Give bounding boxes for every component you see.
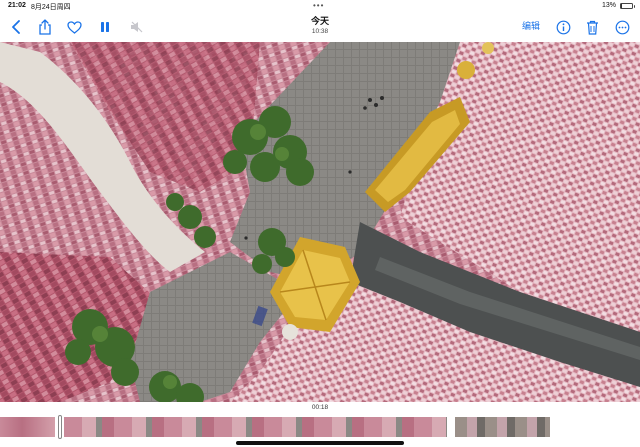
aerial-monastery-image bbox=[0, 42, 640, 402]
back-button[interactable] bbox=[6, 17, 26, 37]
favorite-button[interactable] bbox=[64, 17, 84, 37]
info-button[interactable] bbox=[553, 17, 573, 37]
title-block: 今天 10:38 bbox=[270, 15, 370, 36]
multitasking-dots-icon[interactable]: ••• bbox=[313, 1, 324, 10]
more-button[interactable] bbox=[612, 17, 632, 37]
video-scrubber[interactable] bbox=[0, 415, 640, 439]
edit-button[interactable]: 编辑 bbox=[522, 19, 540, 32]
chevron-left-icon bbox=[12, 20, 20, 34]
status-bar: 21:02 8月24日周四 ••• 13% bbox=[0, 0, 640, 12]
trash-icon bbox=[586, 20, 598, 35]
mute-button[interactable] bbox=[127, 17, 147, 37]
pause-icon bbox=[101, 22, 109, 32]
photo-toolbar: 今天 10:38 编辑 bbox=[0, 12, 640, 42]
playback-time: 00:18 bbox=[311, 404, 329, 411]
delete-button[interactable] bbox=[582, 17, 602, 37]
page-subtitle: 10:38 bbox=[311, 28, 329, 35]
battery-fill bbox=[621, 4, 623, 8]
playhead-handle[interactable] bbox=[58, 415, 62, 439]
pause-button[interactable] bbox=[95, 17, 115, 37]
info-icon bbox=[556, 20, 570, 34]
heart-icon bbox=[66, 20, 82, 34]
filmstrip-frame bbox=[0, 417, 55, 437]
video-frame[interactable] bbox=[0, 42, 640, 402]
battery-icon bbox=[620, 3, 635, 9]
home-indicator[interactable] bbox=[236, 441, 404, 445]
battery-percent: 13% bbox=[602, 2, 617, 9]
status-date: 8月24日周四 bbox=[31, 4, 71, 11]
speaker-muted-icon bbox=[131, 21, 143, 33]
share-button[interactable] bbox=[35, 17, 55, 37]
filmstrip-frame bbox=[455, 417, 550, 437]
page-title: 今天 bbox=[310, 16, 329, 26]
more-icon bbox=[615, 20, 629, 34]
share-icon bbox=[39, 19, 51, 35]
status-time: 21:02 bbox=[8, 2, 26, 9]
filmstrip-frame bbox=[64, 417, 447, 437]
